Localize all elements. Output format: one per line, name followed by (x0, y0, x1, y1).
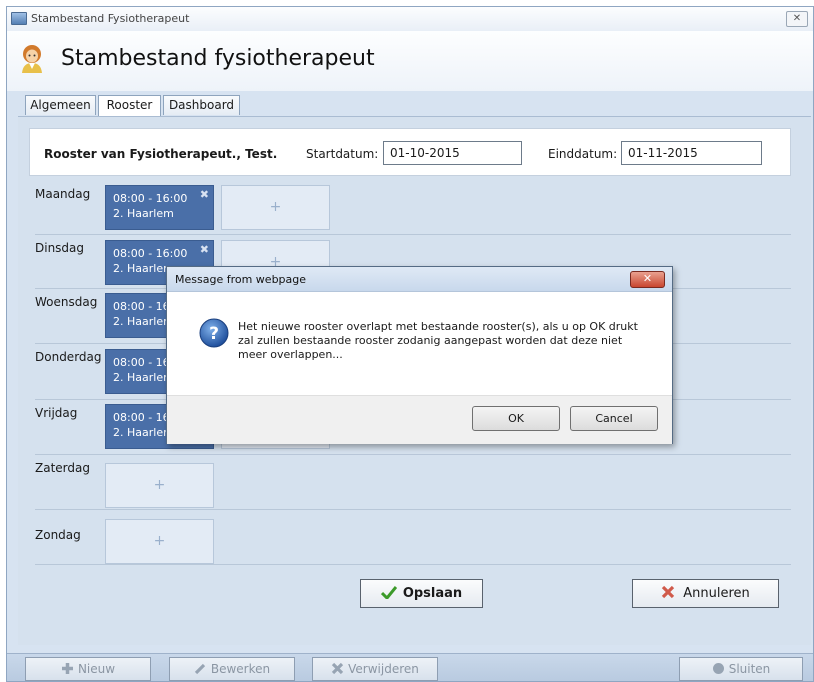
close-button[interactable]: Sluiten (679, 657, 803, 681)
slot-location: 2. Haarlem (113, 262, 174, 275)
remove-slot-icon[interactable]: ✖ (200, 188, 209, 201)
tab-dashboard[interactable]: Dashboard (163, 95, 240, 115)
day-name: Zaterdag (35, 461, 90, 475)
window-app-icon (11, 12, 27, 25)
day-name: Woensdag (35, 295, 98, 309)
slot-location: 2. Haarlem (113, 426, 174, 439)
dialog-button-bar: OK Cancel (167, 395, 672, 444)
title-bar: Stambestand Fysiotherapeut ✕ (7, 7, 813, 32)
cross-icon (662, 585, 675, 599)
power-icon (712, 663, 724, 674)
slot-time: 08:00 - 16:00 (113, 247, 188, 260)
dialog-close-button[interactable]: ✕ (630, 271, 665, 288)
einddatum-field[interactable]: 01-11-2015 (621, 141, 762, 165)
einddatum-label: Einddatum: (548, 147, 618, 161)
cancel-button-label: Annuleren (683, 586, 750, 601)
ok-button[interactable]: OK (472, 406, 560, 431)
tab-rooster[interactable]: Rooster (98, 95, 161, 117)
new-button-label: Nieuw (77, 662, 116, 676)
add-slot-button[interactable]: + (105, 463, 214, 508)
therapist-avatar-icon (22, 45, 42, 73)
edit-button[interactable]: Bewerken (169, 657, 295, 681)
page-header: Stambestand fysiotherapeut (7, 31, 813, 91)
day-row-zondag: Zondag + (35, 510, 791, 565)
day-name: Dinsdag (35, 241, 85, 255)
cancel-button[interactable]: Annuleren (632, 579, 779, 608)
tab-algemeen[interactable]: Algemeen (25, 95, 96, 115)
day-name: Donderdag (35, 350, 102, 364)
add-slot-button[interactable]: + (221, 185, 330, 230)
day-row-zaterdag: Zaterdag + (35, 455, 791, 510)
startdatum-field[interactable]: 01-10-2015 (383, 141, 522, 165)
delete-button[interactable]: Verwijderen (312, 657, 438, 681)
day-name: Vrijdag (35, 406, 78, 420)
question-icon: ? (199, 318, 229, 348)
slot-time: 08:00 - 16:00 (113, 192, 188, 205)
delete-button-label: Verwijderen (348, 662, 419, 676)
day-row-maandag: Maandag 08:00 - 16:00 2. Haarlem ✖ + (35, 181, 791, 235)
remove-slot-icon[interactable]: ✖ (200, 243, 209, 256)
dialog-title: Message from webpage (175, 273, 307, 286)
rooster-heading: Rooster van Fysiotherapeut., Test. (44, 147, 278, 161)
svg-text:?: ? (209, 324, 219, 344)
window-title: Stambestand Fysiotherapeut (31, 12, 190, 25)
window-close-button[interactable]: ✕ (786, 11, 808, 27)
check-icon (380, 586, 397, 601)
dialog-message: Het nieuwe rooster overlapt met bestaand… (238, 320, 638, 361)
edit-button-label: Bewerken (210, 662, 271, 676)
pencil-icon (194, 663, 205, 675)
slot-location: 2. Haarlem (113, 371, 174, 384)
startdatum-label: Startdatum: (306, 147, 379, 161)
dialog-cancel-button[interactable]: Cancel (570, 406, 658, 431)
page-title: Stambestand fysiotherapeut (61, 46, 375, 71)
schedule-slot[interactable]: 08:00 - 16:00 2. Haarlem ✖ (105, 185, 214, 230)
dialog-title-bar: Message from webpage ✕ (167, 267, 672, 292)
day-name: Maandag (35, 187, 91, 201)
add-slot-button[interactable]: + (105, 519, 214, 564)
close-button-label: Sluiten (728, 662, 771, 676)
rooster-header-panel: Rooster van Fysiotherapeut., Test. Start… (29, 128, 791, 176)
day-name: Zondag (35, 528, 81, 542)
new-button[interactable]: Nieuw (25, 657, 151, 681)
save-button[interactable]: Opslaan (360, 579, 483, 608)
cross-icon (331, 662, 344, 675)
slot-location: 2. Haarlem (113, 315, 174, 328)
plus-icon (61, 663, 73, 674)
bottom-toolbar: Nieuw Bewerken Verwijderen Sluiten (7, 653, 813, 681)
slot-location: 2. Haarlem (113, 207, 174, 220)
message-dialog: Message from webpage ✕ ? Het nieuwe roos… (166, 266, 673, 444)
save-button-label: Opslaan (402, 586, 463, 601)
